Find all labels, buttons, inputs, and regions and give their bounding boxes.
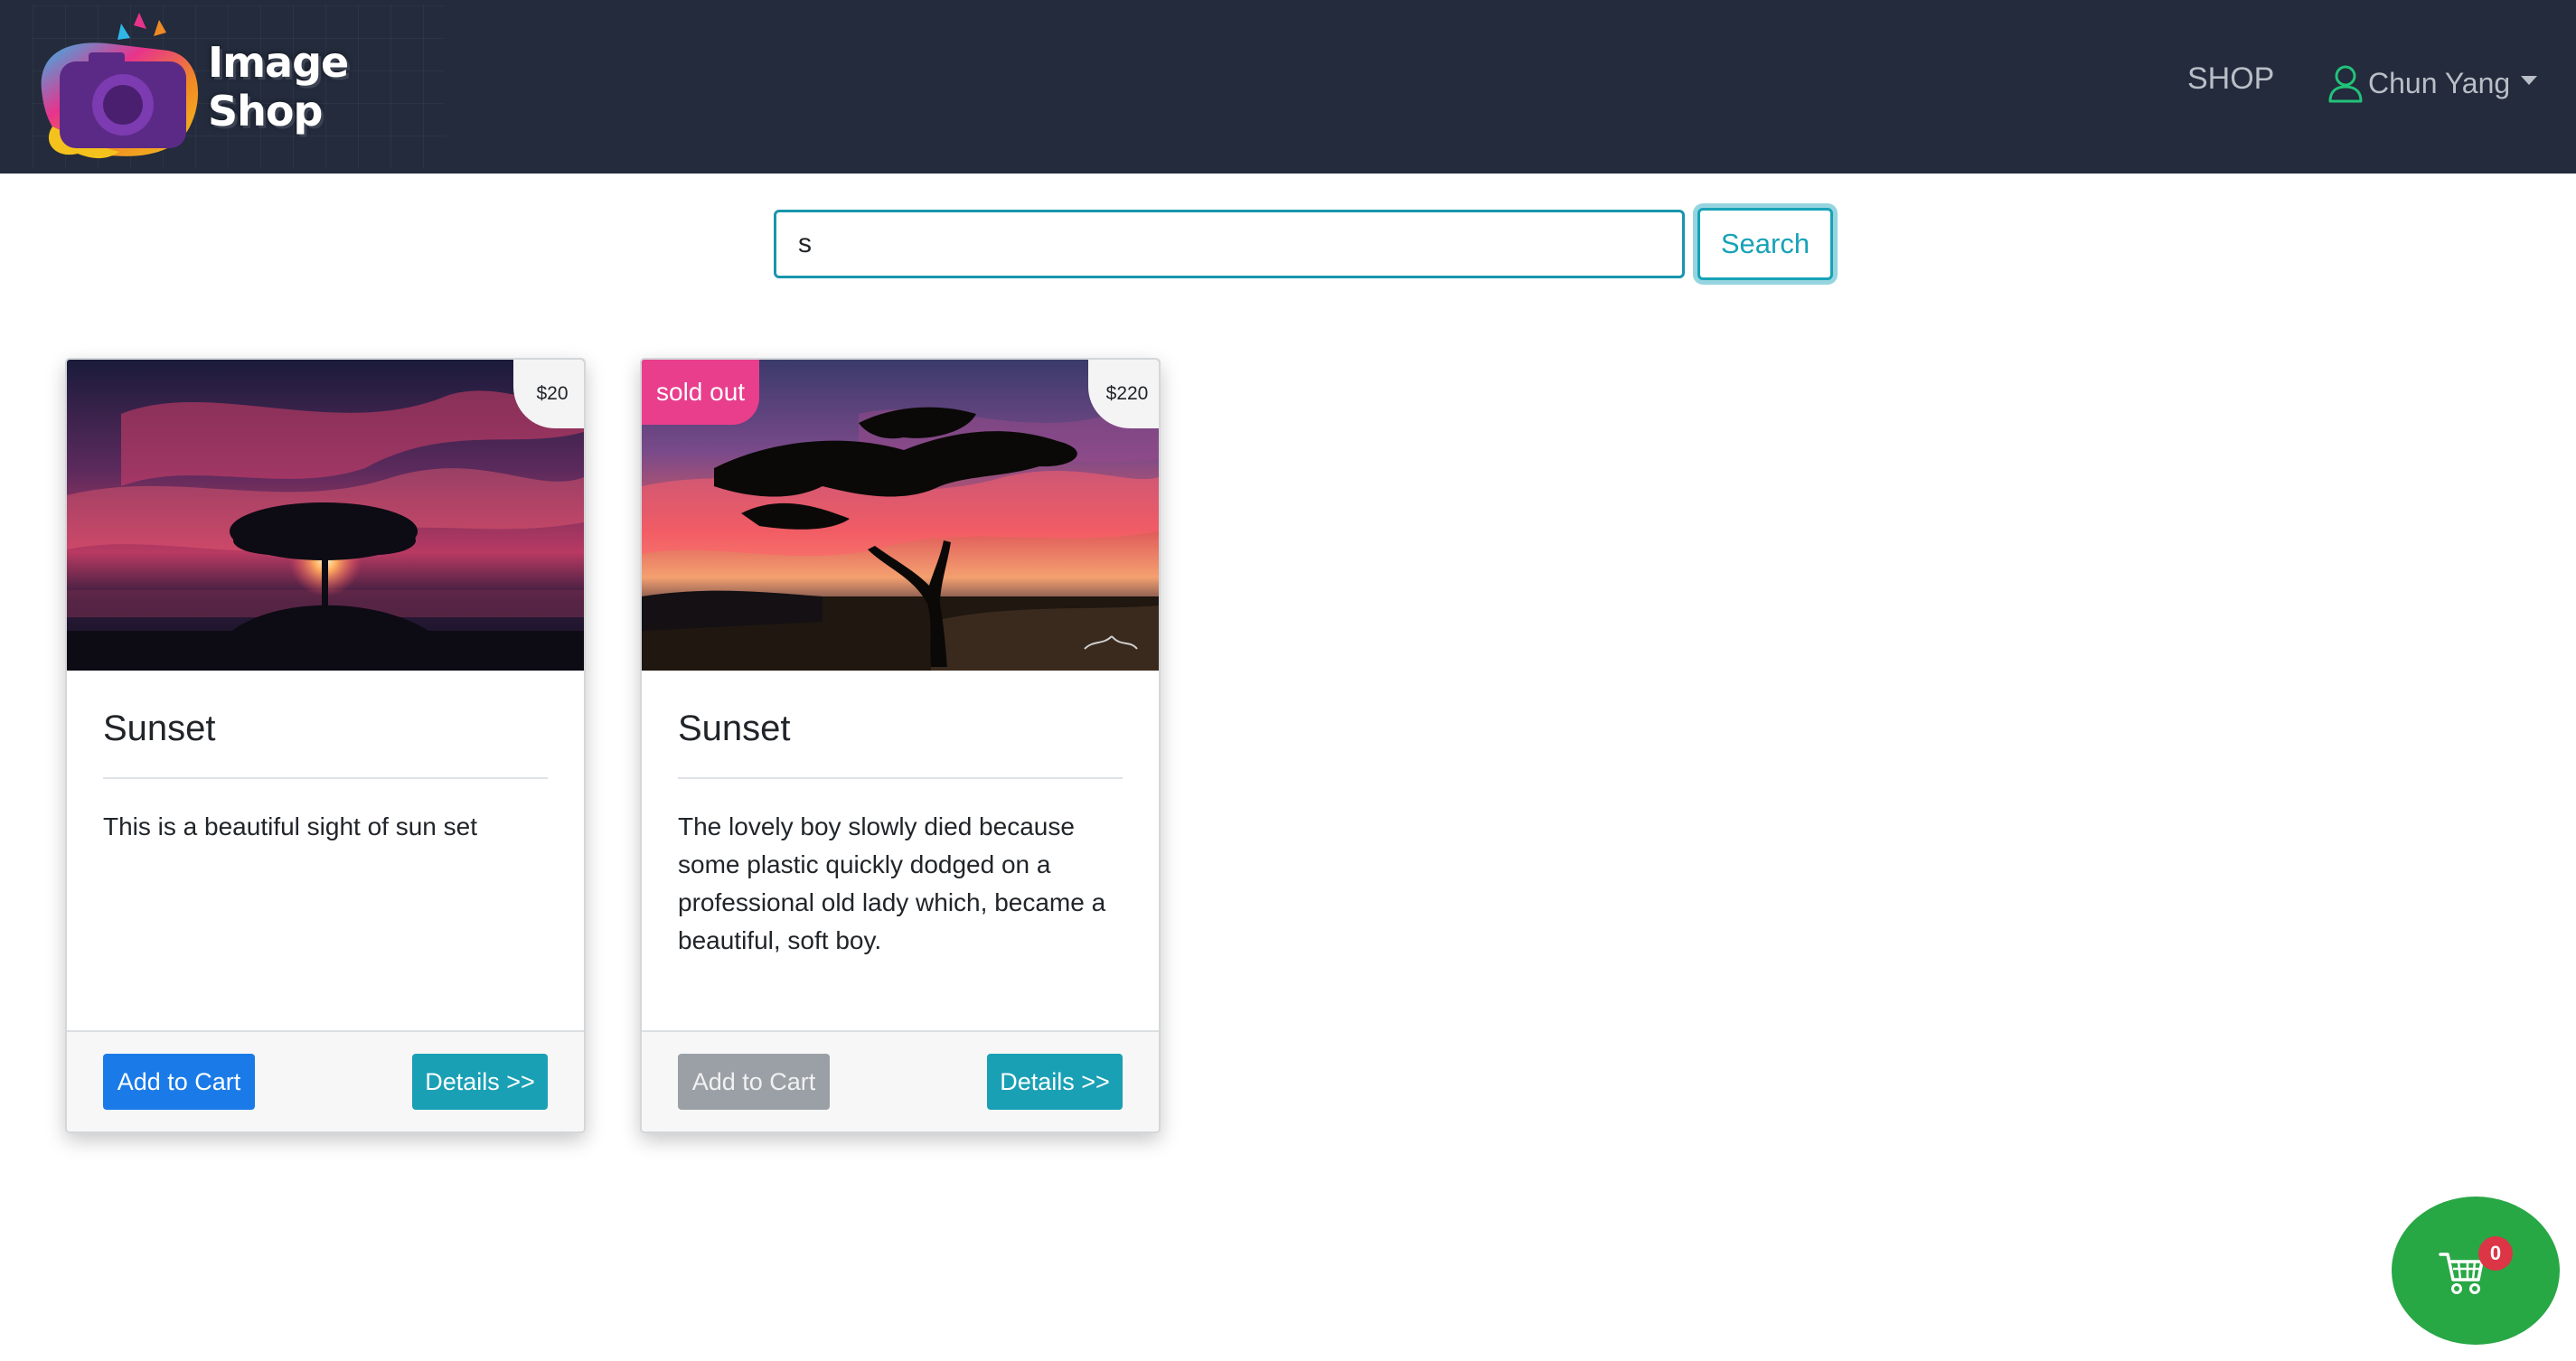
- product-description: The lovely boy slowly died because some …: [678, 812, 1106, 954]
- product-card: sold out $220 Sunset The lovely boy slow…: [640, 358, 1161, 1133]
- add-to-cart-button[interactable]: Add to Cart: [678, 1054, 830, 1110]
- navbar: Image Shop SHOP Chun Yang: [0, 0, 2576, 174]
- camera-logo-icon: [41, 13, 199, 159]
- brand-name: Image Shop: [208, 38, 349, 136]
- cart-button[interactable]: 0: [2392, 1197, 2560, 1345]
- product-title: Sunset: [678, 709, 791, 748]
- card-footer: Add to Cart Details >>: [642, 1030, 1159, 1131]
- add-to-cart-button[interactable]: Add to Cart: [103, 1054, 255, 1110]
- product-card: $20 Sunset This is a beautiful sight of …: [65, 358, 586, 1133]
- user-icon: [2328, 65, 2363, 103]
- caret-down-icon: [2521, 76, 2538, 85]
- details-button[interactable]: Details >>: [987, 1054, 1123, 1110]
- card-footer: Add to Cart Details >>: [67, 1030, 584, 1131]
- sold-out-badge: sold out: [642, 360, 760, 425]
- details-button[interactable]: Details >>: [412, 1054, 548, 1110]
- cart-count-badge: 0: [2478, 1236, 2513, 1271]
- brand-link[interactable]: Image Shop: [33, 5, 445, 168]
- nav-shop-link[interactable]: SHOP: [2187, 61, 2274, 97]
- divider: [678, 777, 1123, 779]
- product-title: Sunset: [103, 709, 216, 748]
- product-description: This is a beautiful sight of sun set: [103, 812, 477, 840]
- search-button[interactable]: Search: [1697, 208, 1833, 280]
- search-input[interactable]: [774, 210, 1685, 278]
- user-name: Chun Yang: [2368, 66, 2511, 99]
- user-menu-dropdown[interactable]: Chun Yang: [2327, 56, 2538, 110]
- product-image[interactable]: [67, 360, 584, 671]
- divider: [103, 777, 548, 779]
